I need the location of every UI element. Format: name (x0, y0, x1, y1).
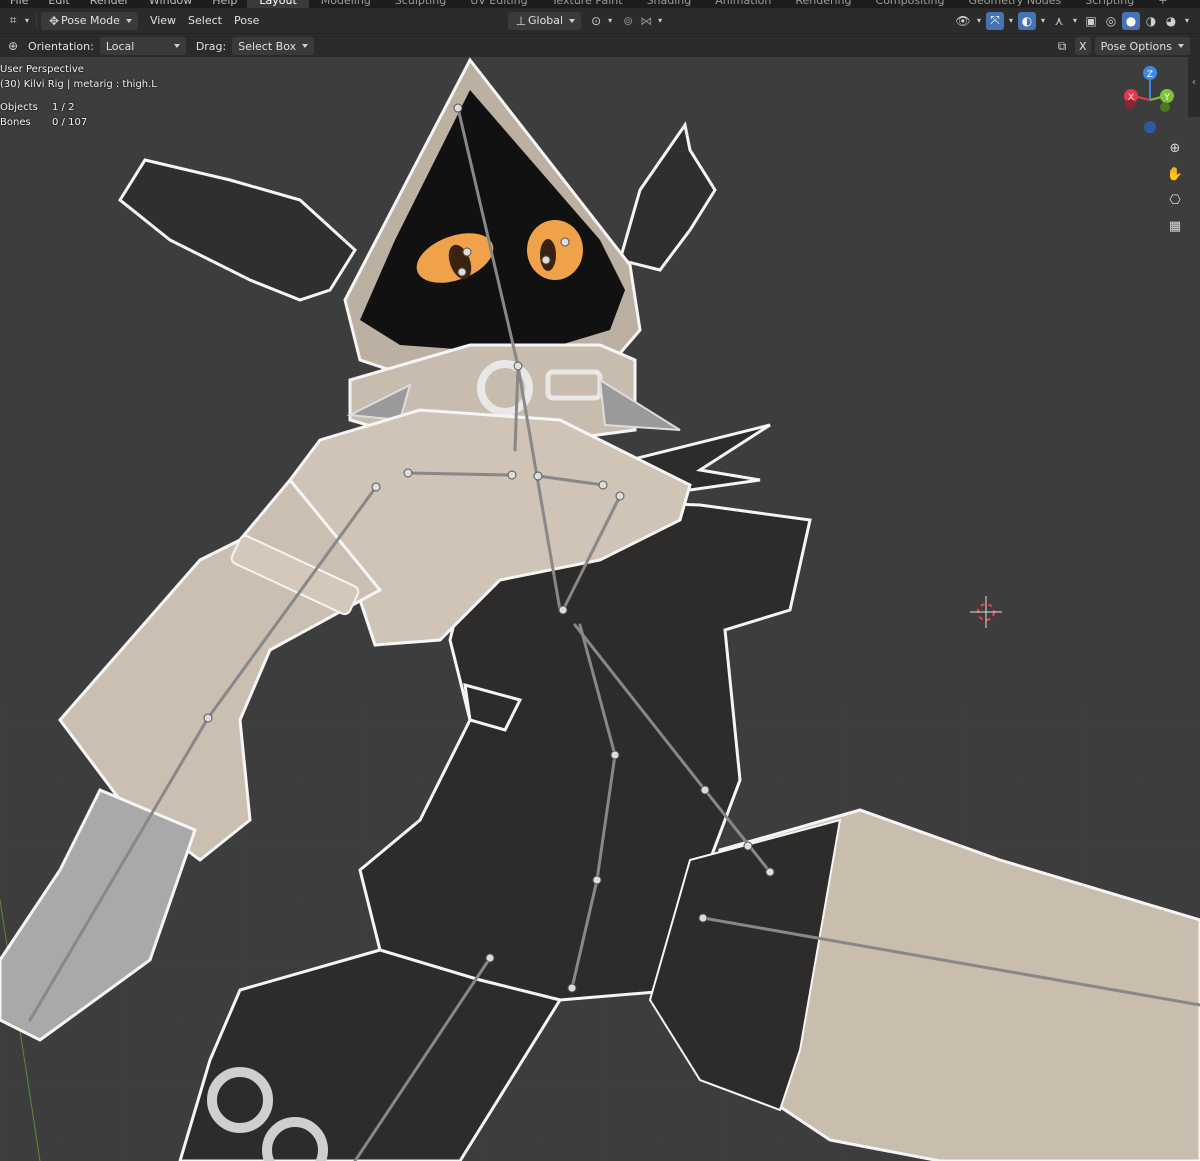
menu-help[interactable]: Help (202, 0, 247, 8)
wireframe-shading-icon[interactable]: ◎ (1102, 12, 1120, 30)
menu-pose[interactable]: Pose (228, 12, 265, 30)
chevron-down-icon[interactable]: ▾ (1070, 12, 1080, 30)
snap-target-icon[interactable]: ⋈ (637, 12, 655, 30)
chevron-left-icon[interactable]: ‹ (1188, 77, 1200, 88)
orientation-label: Orientation: (28, 39, 94, 53)
gizmo-x-label: X (1128, 93, 1134, 103)
chevron-down-icon[interactable]: ▾ (1006, 12, 1016, 30)
add-workspace-button[interactable]: + (1146, 0, 1179, 8)
viewport-scene[interactable]: Z Y X (0, 57, 1200, 1161)
orientation-value: Local (105, 39, 135, 53)
mode-label: Pose Mode (61, 14, 120, 27)
context-label: (30) Kilvi Rig | metarig : thigh.L (0, 79, 157, 90)
top-menu-bar: File Edit Render Window Help Layout Mode… (0, 0, 1200, 8)
chevron-down-icon[interactable]: ▾ (1038, 12, 1048, 30)
perspective-label: User Perspective (0, 64, 84, 75)
gizmo-toggle-icon[interactable]: ⤧ (986, 11, 1004, 30)
gizmo-z-label: Z (1147, 70, 1153, 80)
workspace-tab-modeling[interactable]: Modeling (309, 0, 383, 8)
workspace-tab-compositing[interactable]: Compositing (864, 0, 957, 8)
workspace-tab-geometry-nodes[interactable]: Geometry Nodes (956, 0, 1073, 8)
workspace-tab-shading[interactable]: Shading (635, 0, 704, 8)
viewport-info-overlay: User Perspective (30) Kilvi Rig | metari… (0, 62, 157, 130)
visibility-icon[interactable]: 👁 (954, 12, 972, 30)
drag-value: Select Box (238, 39, 297, 53)
material-shading-icon[interactable]: ◑ (1142, 12, 1160, 30)
bones-value: 0 / 107 (52, 117, 88, 128)
menu-view[interactable]: View (144, 12, 182, 30)
menu-edit[interactable]: Edit (38, 0, 79, 8)
transform-tool-icon[interactable]: ⊕ (4, 37, 22, 55)
divider (36, 12, 37, 29)
gizmo-neg-y-axis[interactable] (1160, 102, 1170, 112)
x-mirror-button[interactable]: X (1075, 37, 1091, 55)
pose-mode-icon: ✥ (48, 13, 60, 28)
objects-stat: Objects 1 / 2 (0, 100, 157, 115)
workspace-tab-texture-paint[interactable]: Texture Paint (540, 0, 635, 8)
3d-viewport[interactable]: Z Y X User Perspective (30) Kilvi Rig | … (0, 57, 1200, 1161)
gizmo-neg-z-axis[interactable] (1144, 121, 1156, 133)
objects-value: 1 / 2 (52, 102, 75, 113)
viewport-header: ⌗ ▾ ✥ Pose Mode View Select Pose ⊥ Globa… (0, 8, 1200, 33)
orientation-dropdown[interactable]: Local (99, 37, 186, 55)
objects-label: Objects (0, 102, 38, 113)
workspace-tab-rendering[interactable]: Rendering (783, 0, 863, 8)
zoom-icon[interactable]: ⊕ (1164, 137, 1186, 159)
grid-ortho-icon[interactable]: ▦ (1164, 215, 1186, 237)
workspace-tab-layout[interactable]: Layout (247, 0, 309, 8)
chevron-down-icon[interactable]: ▾ (22, 12, 32, 30)
bones-label: Bones (0, 117, 31, 128)
drag-dropdown[interactable]: Select Box (232, 37, 315, 55)
x-mirror-icon[interactable]: ⧉ (1053, 37, 1071, 55)
pose-options-dropdown[interactable]: Pose Options (1094, 37, 1190, 55)
transform-orientation-dropdown[interactable]: ⊥ Global (508, 11, 582, 30)
pivot-point-icon[interactable]: ⊙ (587, 12, 605, 30)
pose-options-label: Pose Options (1100, 39, 1172, 53)
menu-file[interactable]: File (0, 0, 38, 8)
drag-label: Drag: (195, 39, 227, 53)
workspace-tab-uv-editing[interactable]: UV Editing (458, 0, 539, 8)
side-panel-toggle[interactable]: ‹ (1188, 57, 1200, 117)
snap-icon[interactable]: ⊚ (619, 12, 637, 30)
mode-selector[interactable]: ✥ Pose Mode (41, 11, 138, 30)
hand-pan-icon[interactable]: ✋ (1164, 163, 1186, 185)
camera-icon[interactable]: ⎔ (1164, 189, 1186, 211)
overlays-toggle-icon[interactable]: ◐ (1018, 11, 1036, 30)
transform-orientation-label: Global (528, 14, 564, 27)
rendered-shading-icon[interactable]: ◕ (1162, 12, 1180, 30)
chevron-down-icon[interactable]: ▾ (655, 12, 665, 30)
orientation-icon: ⊥ (515, 13, 527, 28)
gizmo-y-label: Y (1163, 93, 1170, 103)
menu-window[interactable]: Window (139, 0, 202, 8)
editor-type-icon[interactable]: ⌗ (4, 12, 22, 30)
tool-settings-bar: ⊕ Orientation: Local Drag: Select Box ⧉ … (0, 33, 1200, 58)
chevron-down-icon[interactable]: ▾ (1182, 12, 1192, 30)
solid-shading-icon[interactable]: ● (1122, 11, 1140, 30)
menu-select[interactable]: Select (182, 12, 228, 30)
bone-display-icon[interactable]: ⋏ (1050, 12, 1068, 30)
menu-render[interactable]: Render (80, 0, 139, 8)
chevron-down-icon[interactable]: ▾ (605, 12, 615, 30)
chevron-down-icon[interactable]: ▾ (974, 12, 984, 30)
workspace-tab-scripting[interactable]: Scripting (1073, 0, 1146, 8)
workspace-tab-sculpting[interactable]: Sculpting (383, 0, 458, 8)
workspace-tab-animation[interactable]: Animation (703, 0, 783, 8)
bones-stat: Bones 0 / 107 (0, 115, 157, 130)
xray-icon[interactable]: ▣ (1082, 12, 1100, 30)
